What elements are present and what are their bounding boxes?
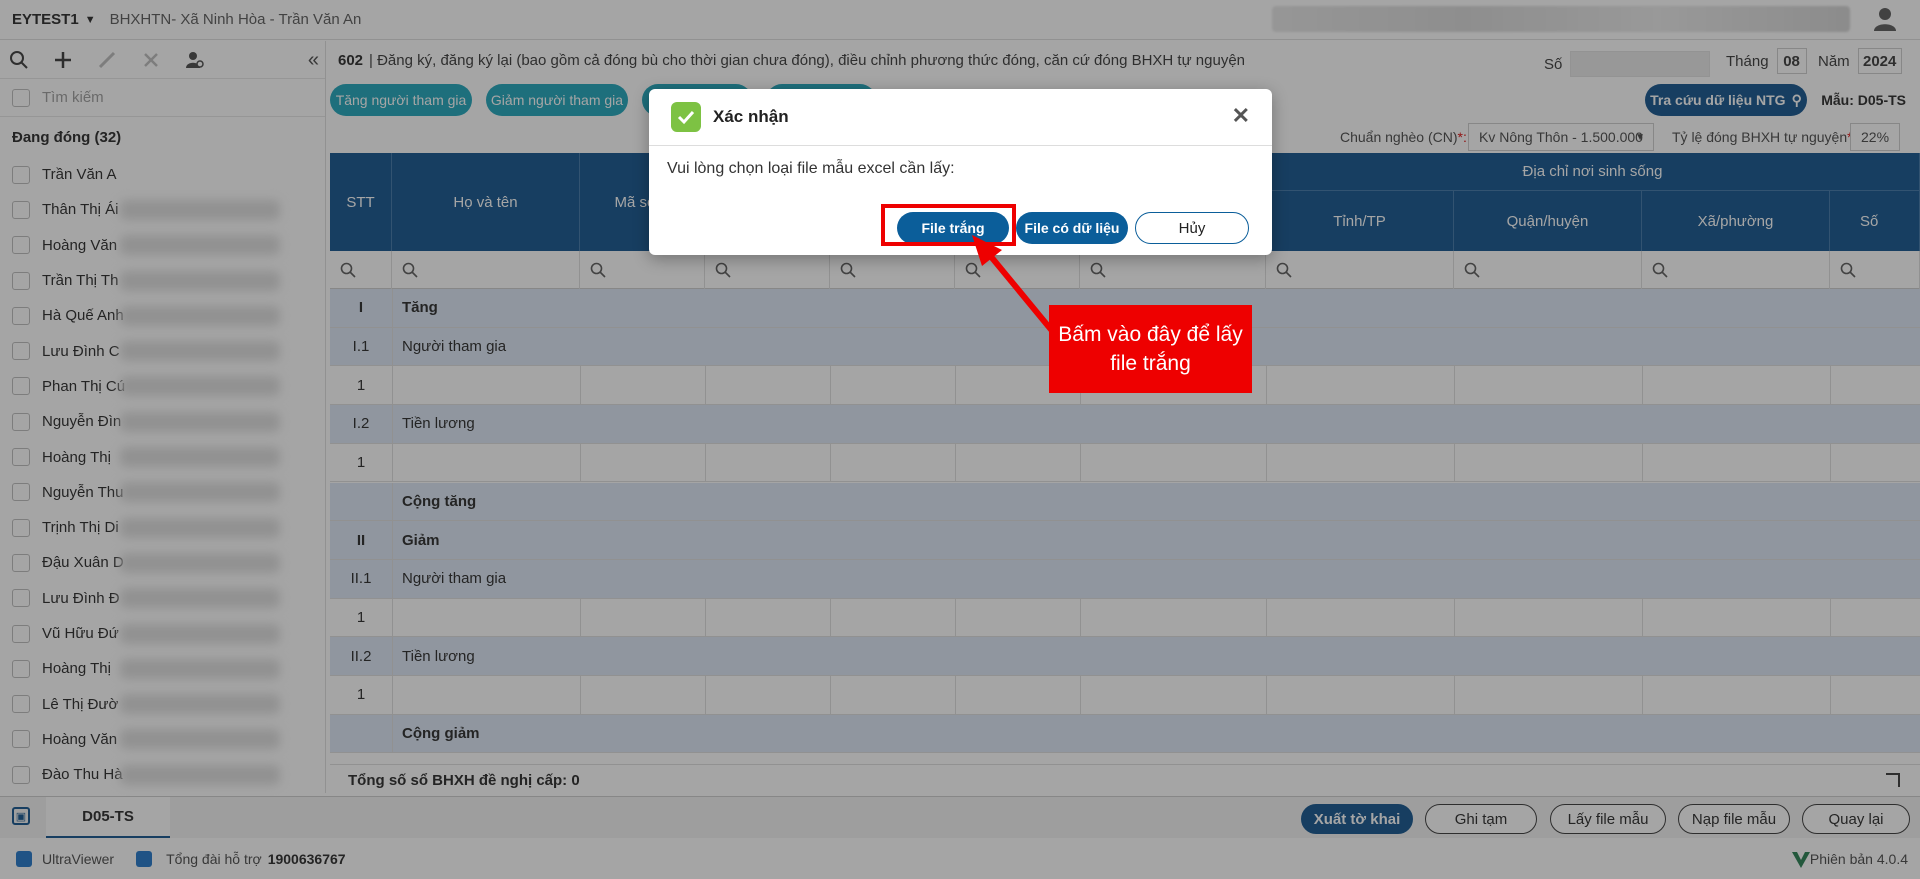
check-icon — [671, 102, 701, 132]
dialog-title: Xác nhận — [713, 107, 789, 126]
dialog-header: Xác nhận — [649, 89, 1272, 146]
instruction-callout: Bấm vào đây để lấy file trắng — [1049, 305, 1252, 393]
file-co-du-lieu-button[interactable]: File có dữ liệu — [1016, 212, 1128, 244]
highlight-box — [881, 204, 1016, 246]
close-icon[interactable]: ✕ — [1232, 103, 1250, 129]
dialog-message: Vui lòng chọn loại file mẫu excel cần lấ… — [667, 160, 955, 177]
huy-button[interactable]: Hủy — [1135, 212, 1249, 244]
